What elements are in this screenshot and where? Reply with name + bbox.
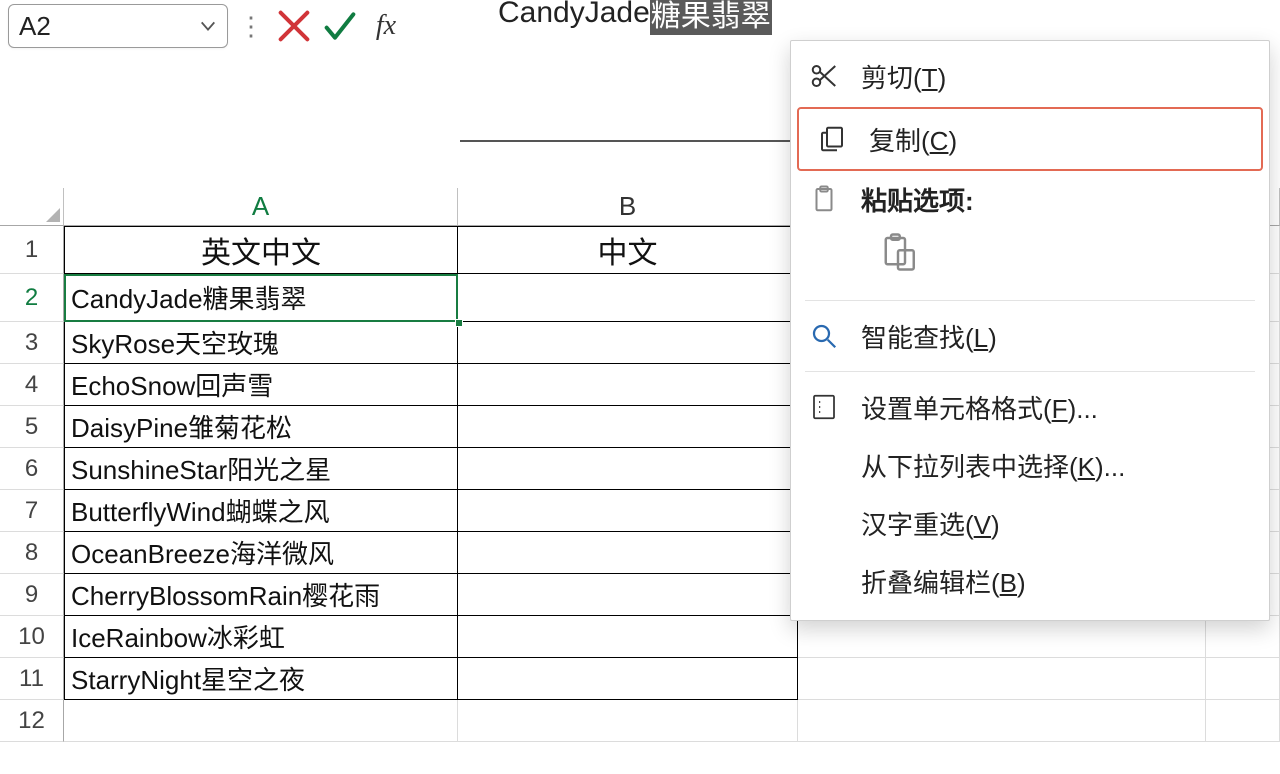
menu-item-label: 折叠编辑栏(B) [861,563,1245,600]
cell-content[interactable]: 英文中文 [64,226,458,274]
cell[interactable] [458,532,798,574]
row-header[interactable]: 12 [0,700,64,742]
blank-icon [809,566,839,596]
cell[interactable] [1206,658,1280,700]
paste-icon [877,231,919,273]
scissors-icon [809,61,839,91]
cell[interactable] [458,658,798,700]
cell-content[interactable]: EchoSnow回声雪 [64,364,458,406]
formula-bar: A2 ⋮ fx [8,4,406,48]
menu-item-label: 复制(C) [869,121,1237,158]
clipboard-icon [809,184,839,214]
copy-icon [817,124,847,154]
fill-handle[interactable] [455,319,463,327]
cell[interactable] [1206,700,1280,742]
cell[interactable] [798,616,1206,658]
row-header[interactable]: 9 [0,574,64,616]
row-header[interactable]: 7 [0,490,64,532]
chevron-down-icon[interactable] [199,17,217,35]
cell-content[interactable]: ButterflyWind蝴蝶之风 [64,490,458,532]
row-header[interactable]: 10 [0,616,64,658]
formula-text-selected: 糖果翡翠 [650,0,772,35]
cell-content[interactable]: OceanBreeze海洋微风 [64,532,458,574]
menu-separator [805,371,1255,372]
cell[interactable] [798,700,1206,742]
cell[interactable] [798,658,1206,700]
menu-item-cut[interactable]: 剪切(T) [791,47,1269,105]
menu-item-label: 智能查找(L) [861,318,1245,355]
menu-item-format-cells[interactable]: 设置单元格格式(F)... [791,378,1269,436]
row-header[interactable]: 4 [0,364,64,406]
cell-content[interactable]: CandyJade糖果翡翠 [64,274,458,322]
formula-edit-outline [460,44,800,140]
cell[interactable] [458,406,798,448]
row-header[interactable]: 8 [0,532,64,574]
blank-icon [809,508,839,538]
menu-item-label: 从下拉列表中选择(K)... [861,447,1245,484]
blank-icon [809,450,839,480]
row-header[interactable]: 11 [0,658,64,700]
menu-item-copy[interactable]: 复制(C) [797,107,1263,171]
select-all-button[interactable] [0,188,64,226]
cell-content[interactable]: SunshineStar阳光之星 [64,448,458,490]
menu-item-reconvert[interactable]: 汉字重选(V) [791,494,1269,552]
menu-item-label: 汉字重选(V) [861,505,1245,542]
cell[interactable] [458,322,798,364]
menu-separator [805,300,1255,301]
cell[interactable] [458,448,798,490]
menu-item-collapse-formula-bar[interactable]: 折叠编辑栏(B) [791,552,1269,610]
row-header[interactable]: 2 [0,274,64,322]
row-header[interactable]: 5 [0,406,64,448]
search-icon [809,321,839,351]
separator-dots-icon: ⋮ [234,11,268,42]
column-header-A[interactable]: A [64,188,458,226]
cell[interactable] [458,490,798,532]
cell[interactable] [64,700,458,742]
cell-content[interactable]: IceRainbow冰彩虹 [64,616,458,658]
menu-item-label: 粘贴选项: [861,181,1245,218]
cell-content[interactable]: 中文 [458,226,798,274]
cell-content[interactable]: DaisyPine雏菊花松 [64,406,458,448]
confirm-button[interactable] [320,6,360,46]
cell[interactable] [1206,616,1280,658]
menu-item-label: 设置单元格格式(F)... [861,389,1245,426]
column-header-B[interactable]: B [458,188,798,226]
cell-content[interactable]: SkyRose天空玫瑰 [64,322,458,364]
paste-option-default[interactable] [791,225,1269,294]
cell[interactable] [458,274,798,322]
insert-function-button[interactable]: fx [366,6,406,46]
row-header[interactable]: 6 [0,448,64,490]
format-cells-icon [809,392,839,422]
menu-item-pick-from-list[interactable]: 从下拉列表中选择(K)... [791,436,1269,494]
context-menu: 剪切(T) 复制(C) 粘贴选项: 智能查找(L) [790,40,1270,621]
cell-content[interactable]: StarryNight星空之夜 [64,658,458,700]
cancel-button[interactable] [274,6,314,46]
cell[interactable] [458,574,798,616]
menu-item-paste-options-header: 粘贴选项: [791,173,1269,225]
name-box[interactable]: A2 [8,4,228,48]
row-header[interactable]: 3 [0,322,64,364]
menu-item-smart-lookup[interactable]: 智能查找(L) [791,307,1269,365]
cell[interactable] [458,700,798,742]
name-box-value: A2 [19,11,199,42]
cell[interactable] [458,616,798,658]
row-header[interactable]: 1 [0,226,64,274]
cell[interactable] [458,364,798,406]
cell-content[interactable]: CherryBlossomRain樱花雨 [64,574,458,616]
formula-input[interactable]: CandyJade糖果翡翠 [498,0,818,36]
menu-item-label: 剪切(T) [861,58,1245,95]
formula-text-plain: CandyJade [498,0,650,30]
